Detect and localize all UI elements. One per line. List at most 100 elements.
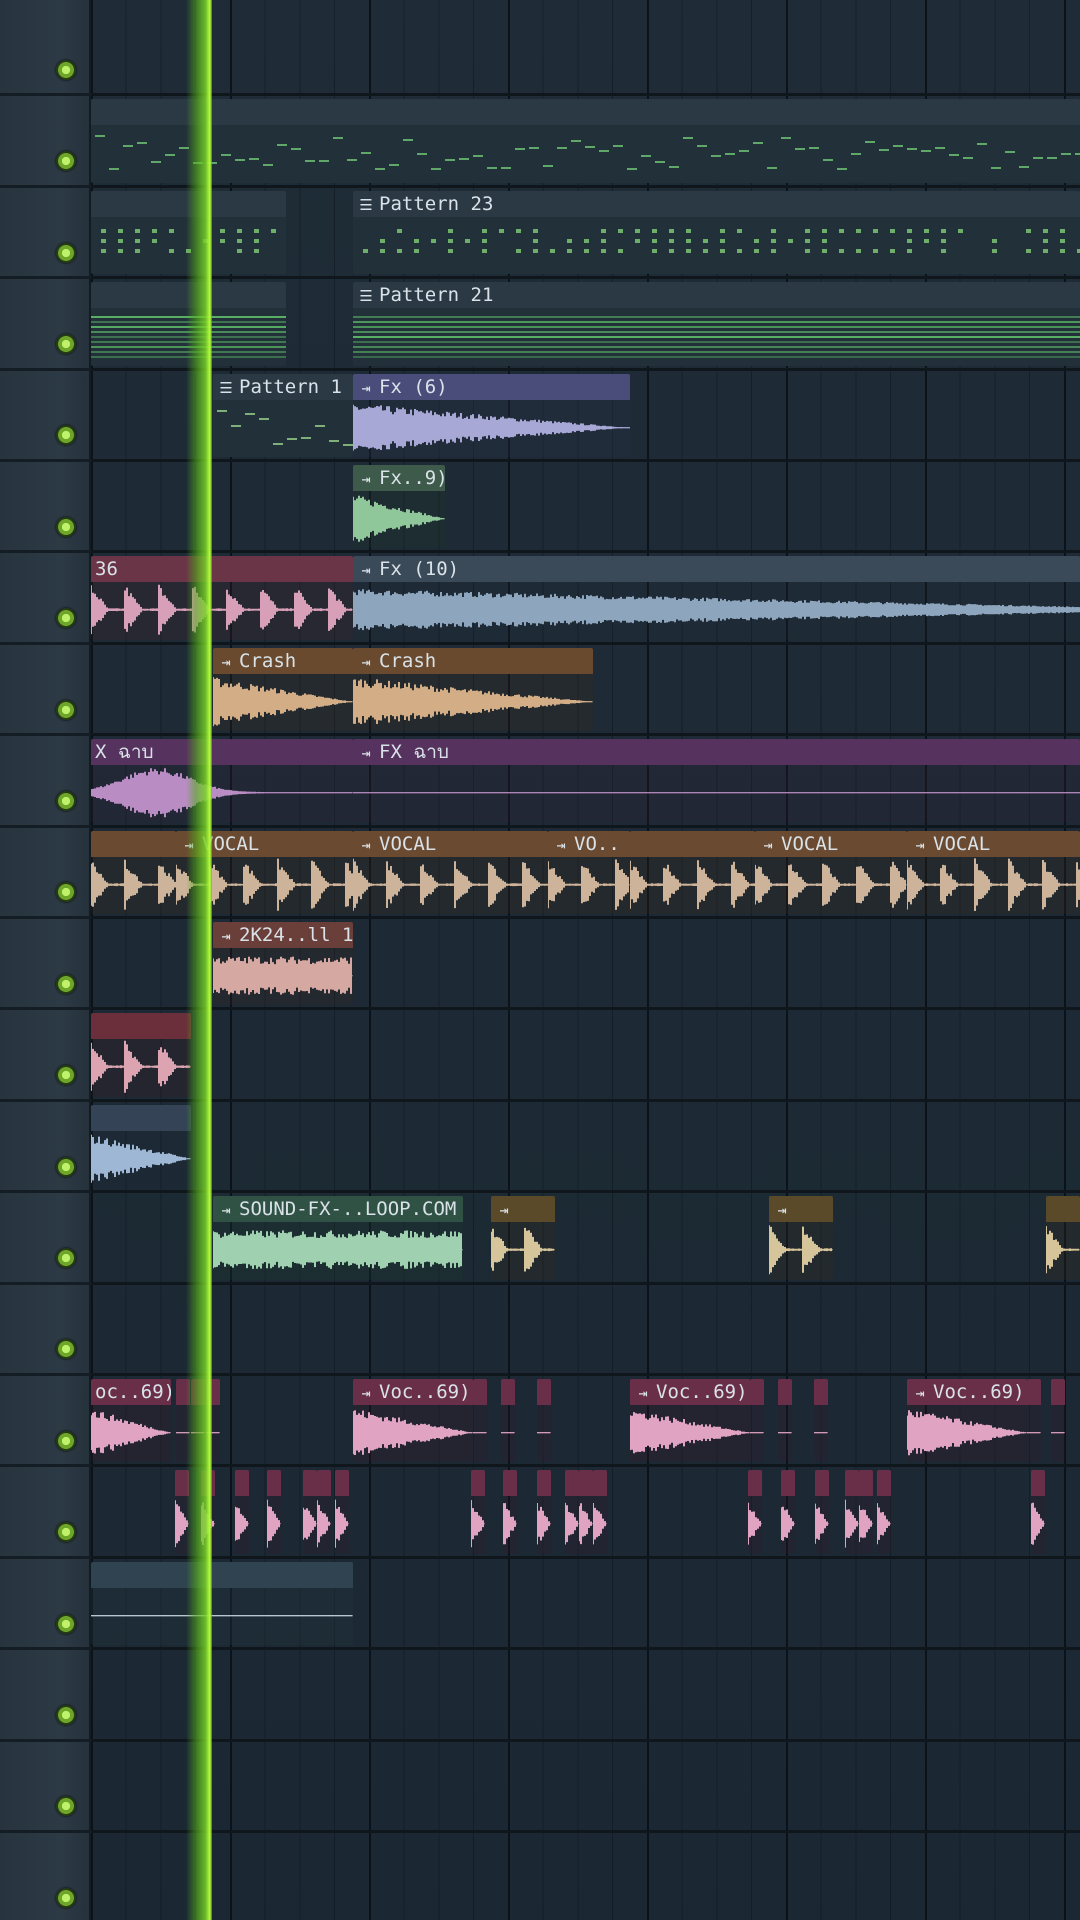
audio-clip[interactable] (877, 1470, 891, 1554)
track-lane[interactable] (91, 5, 1080, 97)
mute-led-icon[interactable] (56, 1705, 76, 1726)
mute-led-icon[interactable] (56, 1248, 76, 1269)
mute-led-icon[interactable] (56, 334, 76, 355)
pattern-clip[interactable] (91, 190, 286, 275)
audio-clip[interactable] (91, 1013, 191, 1097)
track-header[interactable] (0, 553, 91, 645)
audio-clip[interactable] (748, 1470, 762, 1554)
audio-clip[interactable] (335, 1470, 349, 1554)
mute-led-icon[interactable] (56, 425, 76, 446)
audio-clip[interactable] (579, 1470, 593, 1554)
track-header[interactable] (0, 1010, 91, 1102)
track-header[interactable] (0, 462, 91, 554)
audio-clip[interactable]: X ฉาบ (91, 739, 353, 823)
audio-clip[interactable] (267, 1470, 281, 1554)
track-header[interactable] (0, 1285, 91, 1376)
audio-clip[interactable] (845, 1470, 859, 1554)
mute-led-icon[interactable] (56, 1796, 76, 1817)
track-header[interactable] (0, 1193, 91, 1285)
mute-led-icon[interactable] (56, 151, 76, 172)
audio-clip[interactable]: ⇥ Voc..69) (353, 1379, 473, 1463)
audio-clip[interactable]: ⇥ VOCAL (176, 830, 353, 914)
audio-clip[interactable]: oc..69) (91, 1379, 171, 1463)
audio-clip[interactable] (503, 1470, 517, 1554)
track-lane[interactable] (91, 1833, 1080, 1920)
audio-clip[interactable]: ⇥ 2K24..ll 1 (213, 922, 353, 1006)
mute-led-icon[interactable] (56, 1887, 76, 1908)
audio-clip[interactable] (781, 1470, 795, 1554)
track-lane[interactable] (91, 1650, 1080, 1742)
audio-clip[interactable]: ⇥ Crash (353, 647, 593, 732)
audio-clip[interactable] (1027, 1379, 1041, 1463)
audio-clip[interactable]: ⇥ Fx (6) (353, 373, 630, 457)
audio-clip[interactable]: ⇥ SOUND-FX-..LOOP.COM (213, 1196, 463, 1280)
audio-clip[interactable] (176, 1379, 190, 1463)
track-header[interactable] (0, 1102, 91, 1194)
audio-clip[interactable] (593, 1470, 607, 1554)
track-header[interactable] (0, 1742, 91, 1833)
audio-clip[interactable] (750, 1379, 764, 1463)
audio-clip[interactable] (191, 1379, 205, 1463)
audio-clip[interactable]: ⇥ (769, 1196, 833, 1280)
mute-led-icon[interactable] (56, 1613, 76, 1634)
audio-clip[interactable] (317, 1470, 331, 1554)
audio-clip[interactable] (91, 1104, 191, 1189)
track-header[interactable] (0, 645, 91, 737)
audio-clip[interactable] (303, 1470, 317, 1554)
audio-clip[interactable]: ⇥ VOCAL (353, 830, 548, 914)
pattern-clip[interactable] (91, 282, 286, 366)
mute-led-icon[interactable] (56, 59, 76, 80)
audio-clip[interactable]: ⇥ VOCAL (755, 830, 907, 914)
audio-clip[interactable] (630, 830, 755, 914)
audio-clip[interactable] (91, 830, 176, 914)
audio-clip[interactable] (471, 1470, 485, 1554)
audio-clip[interactable] (501, 1379, 515, 1463)
audio-clip[interactable]: ⇥ (491, 1196, 555, 1280)
pattern-clip[interactable] (91, 99, 1080, 183)
audio-clip[interactable]: ⇥ Voc..69) (630, 1379, 750, 1463)
audio-clip[interactable] (1051, 1379, 1065, 1463)
audio-clip[interactable] (473, 1379, 487, 1463)
audio-clip[interactable] (859, 1470, 873, 1554)
mute-led-icon[interactable] (56, 1065, 76, 1086)
audio-clip[interactable] (201, 1470, 215, 1554)
audio-clip[interactable]: 36 (91, 556, 353, 640)
mute-led-icon[interactable] (56, 882, 76, 903)
mute-led-icon[interactable] (56, 1430, 76, 1451)
audio-clip[interactable] (206, 1379, 220, 1463)
track-header[interactable] (0, 5, 91, 97)
audio-clip[interactable] (1046, 1196, 1080, 1280)
track-header[interactable] (0, 279, 91, 371)
audio-clip[interactable] (175, 1470, 189, 1554)
track-header[interactable] (0, 1467, 91, 1559)
audio-clip[interactable] (537, 1470, 551, 1554)
pattern-clip[interactable]: ☰ Pattern 1 (213, 373, 353, 457)
track-lane[interactable] (91, 1102, 1080, 1194)
audio-clip[interactable] (235, 1470, 249, 1554)
track-lane[interactable] (91, 1742, 1080, 1833)
track-header[interactable] (0, 188, 91, 280)
track-header[interactable] (0, 1376, 91, 1468)
playlist-grid[interactable]: ☰ Pattern 23 ☰ Pattern 21 ☰ Pattern 1 ⇥ Fx (6) ⇥… (91, 0, 1080, 1920)
track-header[interactable] (0, 919, 91, 1011)
audio-clip[interactable]: ⇥ FX ฉาบ (353, 739, 1080, 823)
audio-clip[interactable] (565, 1470, 579, 1554)
audio-clip[interactable]: ⇥ VOCAL (907, 830, 1080, 914)
audio-clip[interactable]: ⇥ Fx (10) (353, 556, 1080, 640)
audio-clip[interactable] (1031, 1470, 1045, 1554)
mute-led-icon[interactable] (56, 699, 76, 720)
pattern-clip[interactable]: ☰ Pattern 21 (353, 282, 1080, 366)
automation-clip[interactable] (91, 1561, 353, 1646)
track-header[interactable] (0, 96, 91, 188)
track-lane[interactable] (91, 1285, 1080, 1376)
audio-clip[interactable]: ⇥ Voc..69) (907, 1379, 1027, 1463)
audio-clip[interactable] (815, 1470, 829, 1554)
track-header[interactable] (0, 1650, 91, 1742)
track-header[interactable] (0, 1833, 91, 1920)
mute-led-icon[interactable] (56, 516, 76, 537)
mute-led-icon[interactable] (56, 608, 76, 629)
track-header[interactable] (0, 1559, 91, 1651)
audio-clip[interactable] (814, 1379, 828, 1463)
pattern-clip[interactable]: ☰ Pattern 23 (353, 190, 1080, 275)
audio-clip[interactable] (778, 1379, 792, 1463)
